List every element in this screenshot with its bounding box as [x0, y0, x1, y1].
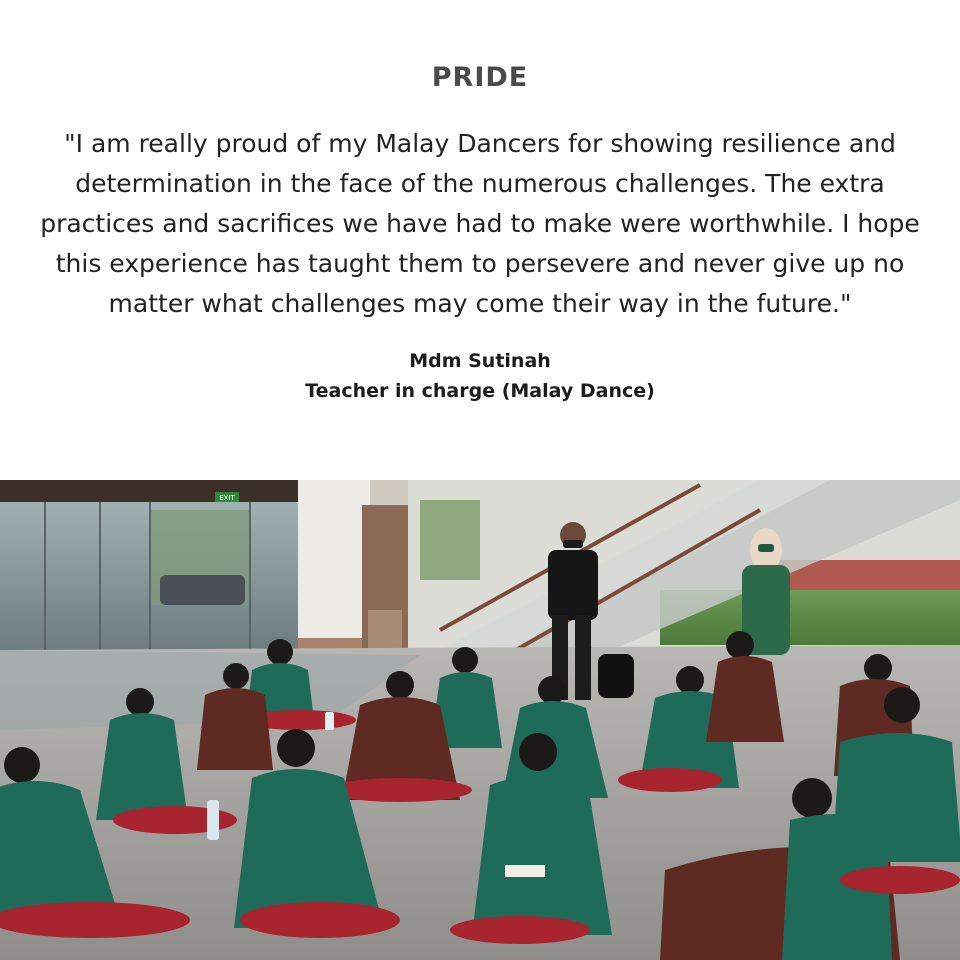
water-bottle [207, 800, 219, 840]
exit-sign-label: EXIT [219, 494, 235, 502]
photo-illustration: EXIT [0, 480, 960, 960]
ceiling-beam [0, 480, 300, 502]
quote-card: PRIDE "I am really proud of my Malay Dan… [0, 0, 960, 480]
card-title: PRIDE [431, 62, 529, 93]
author-role: Teacher in charge (Malay Dance) [305, 380, 655, 402]
parked-car [160, 575, 245, 605]
backpack [598, 654, 634, 698]
author-name: Mdm Sutinah [409, 350, 551, 372]
attribution: Mdm Sutinah Teacher in charge (Malay Dan… [0, 346, 960, 406]
outside-plants [420, 500, 480, 580]
water-bottle [325, 712, 334, 730]
quote-text: "I am really proud of my Malay Dancers f… [40, 129, 920, 318]
column [298, 480, 370, 660]
group-photo: EXIT [0, 480, 960, 960]
